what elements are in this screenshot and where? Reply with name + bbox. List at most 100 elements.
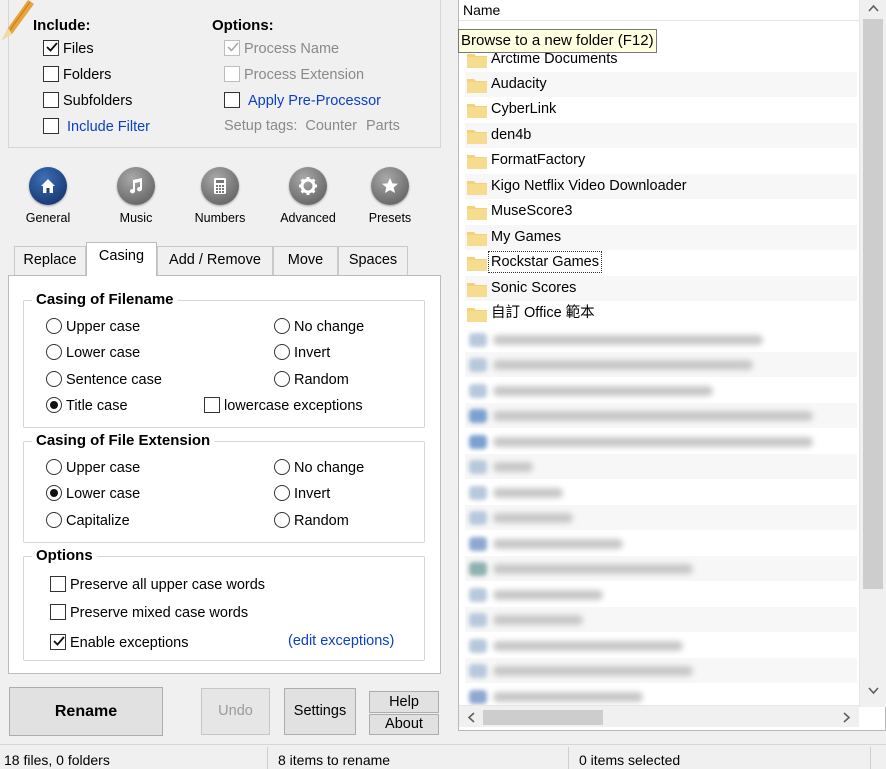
- name-column-header[interactable]: Name: [459, 0, 859, 21]
- file-browser[interactable]: Name Arctime Documents Audacity CyberLin…: [458, 0, 886, 731]
- category-numbers[interactable]: Numbers: [188, 167, 252, 225]
- files-checkbox[interactable]: Files: [43, 40, 94, 57]
- radio-icon: [274, 371, 290, 387]
- checkbox-checked-icon: [50, 634, 66, 650]
- counter-tag-link[interactable]: Counter: [305, 118, 357, 134]
- folder-item[interactable]: FormatFactory: [465, 148, 857, 173]
- filename-sentence-radio[interactable]: Sentence case: [46, 371, 162, 388]
- blurred-file-item[interactable]: [465, 505, 857, 530]
- checkbox-empty-icon: [50, 576, 66, 592]
- preserve-mixed-checkbox[interactable]: Preserve mixed case words: [50, 604, 248, 621]
- scroll-left-arrow-icon[interactable]: [467, 712, 475, 723]
- blurred-file-item[interactable]: [465, 582, 857, 607]
- folder-icon: [467, 257, 487, 271]
- tab-casing[interactable]: Casing: [86, 242, 157, 276]
- include-filter-checkbox[interactable]: Include Filter: [43, 118, 150, 135]
- extension-invert-radio[interactable]: Invert: [274, 485, 330, 502]
- folder-item[interactable]: My Games: [465, 225, 857, 250]
- filename-lower-radio[interactable]: Lower case: [46, 344, 140, 361]
- folder-item[interactable]: Audacity: [465, 72, 857, 97]
- checkbox-empty-icon: [50, 604, 66, 620]
- folder-icon: [467, 181, 487, 195]
- folder-item-focused[interactable]: Rockstar Games: [465, 250, 857, 275]
- blurred-file-item[interactable]: [465, 327, 857, 352]
- blurred-file-item[interactable]: [465, 352, 857, 377]
- music-note-icon: [117, 167, 155, 205]
- status-items-to-rename: 8 items to rename: [278, 752, 391, 768]
- apply-preprocessor-checkbox[interactable]: Apply Pre-Processor: [224, 92, 381, 109]
- blurred-file-item[interactable]: [465, 378, 857, 403]
- category-presets[interactable]: Presets: [358, 167, 422, 225]
- extension-lower-radio[interactable]: Lower case: [46, 485, 140, 502]
- about-button[interactable]: About: [369, 714, 439, 735]
- tab-replace[interactable]: Replace: [14, 246, 86, 275]
- parts-tag-link[interactable]: Parts: [366, 118, 400, 134]
- horizontal-scrollbar[interactable]: [459, 705, 859, 727]
- casing-tab-content: Casing of Filename Upper case No change …: [8, 275, 441, 674]
- enable-exceptions-checkbox[interactable]: Enable exceptions: [50, 634, 189, 651]
- tab-move[interactable]: Move: [273, 246, 338, 275]
- blurred-file-item[interactable]: [465, 429, 857, 454]
- extension-nochange-radio[interactable]: No change: [274, 459, 364, 476]
- radio-icon: [46, 344, 62, 360]
- rename-button[interactable]: Rename: [9, 687, 163, 736]
- folder-item[interactable]: Sonic Scores: [465, 276, 857, 301]
- scroll-right-arrow-icon[interactable]: [843, 712, 851, 723]
- blurred-file-item[interactable]: [465, 454, 857, 479]
- folder-item[interactable]: 自訂 Office 範本: [465, 301, 857, 326]
- radio-icon: [274, 459, 290, 475]
- folder-item[interactable]: Kigo Netflix Video Downloader: [465, 174, 857, 199]
- tab-spaces[interactable]: Spaces: [338, 246, 408, 275]
- blurred-file-item[interactable]: [465, 556, 857, 581]
- settings-button[interactable]: Settings: [284, 688, 356, 735]
- blurred-file-item[interactable]: [465, 633, 857, 658]
- filename-upper-radio[interactable]: Upper case: [46, 318, 140, 335]
- folder-item[interactable]: CyberLink: [465, 97, 857, 122]
- extension-capitalize-radio[interactable]: Capitalize: [46, 512, 130, 529]
- lowercase-exceptions-checkbox[interactable]: lowercase exceptions: [204, 397, 363, 414]
- include-filter-link[interactable]: Include Filter: [67, 119, 150, 135]
- subfolders-checkbox[interactable]: Subfolders: [43, 92, 132, 109]
- category-advanced[interactable]: Advanced: [276, 167, 340, 225]
- undo-button[interactable]: Undo: [201, 688, 270, 735]
- radio-icon: [274, 512, 290, 528]
- folder-icon: [467, 104, 487, 118]
- blurred-file-item[interactable]: [465, 480, 857, 505]
- filename-title-radio[interactable]: Title case: [46, 397, 128, 414]
- folder-icon: [467, 308, 487, 322]
- blurred-file-item[interactable]: [465, 403, 857, 428]
- folder-item[interactable]: den4b: [465, 123, 857, 148]
- radio-selected-icon: [46, 397, 62, 413]
- pencil-icon: [2, 0, 34, 40]
- filename-random-radio[interactable]: Random: [274, 371, 349, 388]
- extension-random-radio[interactable]: Random: [274, 512, 349, 529]
- filename-nochange-radio[interactable]: No change: [274, 318, 364, 335]
- checkbox-checked-icon: [43, 40, 59, 56]
- category-music[interactable]: Music: [104, 167, 168, 225]
- category-general[interactable]: General: [16, 167, 80, 225]
- folder-icon: [467, 232, 487, 246]
- folder-icon: [467, 155, 487, 169]
- scroll-down-arrow-icon[interactable]: [868, 687, 879, 695]
- blurred-file-item[interactable]: [465, 607, 857, 632]
- radio-icon: [274, 485, 290, 501]
- extension-upper-radio[interactable]: Upper case: [46, 459, 140, 476]
- apply-preprocessor-link[interactable]: Apply Pre-Processor: [248, 93, 381, 109]
- checkbox-empty-icon: [43, 66, 59, 82]
- tab-add-remove[interactable]: Add / Remove: [157, 246, 273, 275]
- include-options-panel: Include: Files Folders Subfolders Includ…: [8, 0, 441, 148]
- star-icon: [371, 167, 409, 205]
- blurred-file-item[interactable]: [465, 531, 857, 556]
- blurred-file-item[interactable]: [465, 658, 857, 683]
- preserve-upper-checkbox[interactable]: Preserve all upper case words: [50, 576, 265, 593]
- folder-item[interactable]: MuseScore3: [465, 199, 857, 224]
- status-items-selected: 0 items selected: [579, 752, 681, 768]
- vertical-scrollbar[interactable]: [859, 0, 886, 707]
- folders-checkbox[interactable]: Folders: [43, 66, 111, 83]
- vertical-scroll-thumb[interactable]: [863, 19, 883, 589]
- help-button[interactable]: Help: [369, 691, 439, 713]
- filename-invert-radio[interactable]: Invert: [274, 344, 330, 361]
- horizontal-scroll-thumb[interactable]: [483, 710, 603, 725]
- edit-exceptions-link[interactable]: (edit exceptions): [288, 633, 394, 649]
- scroll-up-arrow-icon[interactable]: [868, 4, 879, 12]
